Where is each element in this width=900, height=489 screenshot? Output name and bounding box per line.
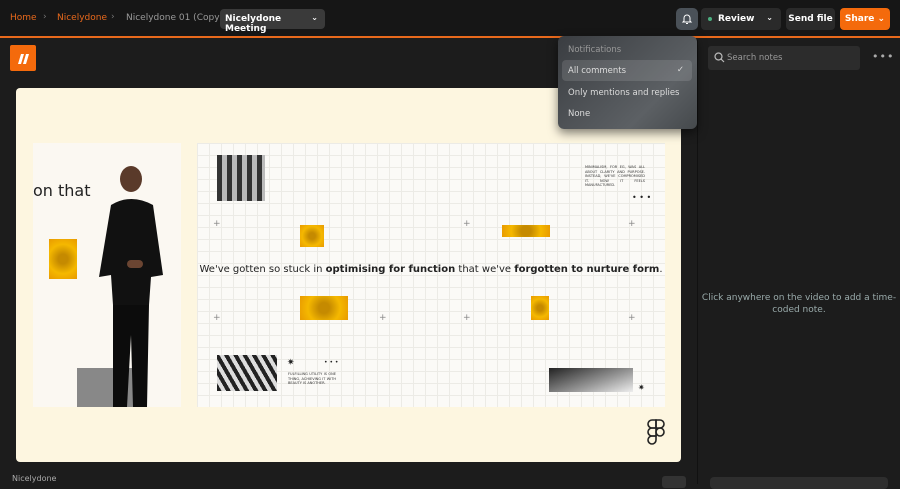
plus-mark: +	[213, 219, 221, 229]
building-image	[549, 368, 633, 392]
notifications-button[interactable]	[676, 8, 698, 30]
sunflower-image	[300, 225, 324, 247]
add-button[interactable]	[662, 476, 686, 488]
plus-mark: +	[463, 313, 471, 323]
file-selector[interactable]: Nicelydone Meeting ⌄	[220, 9, 325, 34]
speaker-figure	[99, 166, 163, 407]
slide-text-left: on that	[33, 181, 91, 200]
asterisk-icon: ✷	[287, 358, 295, 368]
chevron-right-icon: ›	[111, 12, 115, 22]
video-player[interactable]: on that MINIMALISM, FOR EG, WAS ALL ABOU…	[16, 88, 681, 462]
menu-item-none[interactable]: None	[562, 103, 692, 124]
presentation-slide: MINIMALISM, FOR EG, WAS ALL ABOUT CLARIT…	[197, 143, 665, 407]
quote-bold: optimising for function	[325, 264, 456, 275]
chevron-right-icon: ›	[43, 12, 47, 22]
note-composer[interactable]	[710, 477, 888, 489]
quote-bold: forgotten to nurture form	[514, 264, 660, 275]
plus-mark: +	[628, 219, 636, 229]
chevron-down-icon: ⌄	[311, 13, 318, 22]
speaker-panel: on that	[33, 143, 181, 407]
chevron-down-icon: ⌄	[766, 13, 773, 22]
app-logo[interactable]	[10, 45, 36, 71]
slide-text-bottom: FULFILLING UTILITY IS ONE THING, ACHIEVI…	[288, 372, 336, 385]
menu-item-mentions[interactable]: Only mentions and replies	[562, 82, 692, 103]
menu-item-label: All comments	[568, 66, 627, 76]
more-options-icon[interactable]: •••	[872, 50, 894, 63]
breadcrumb-home[interactable]: Home	[10, 13, 37, 23]
breadcrumb-project[interactable]: Nicelydone	[57, 13, 107, 23]
share-label: Share	[844, 14, 875, 24]
sunflower-image	[502, 225, 550, 237]
slide-text-top: MINIMALISM, FOR EG, WAS ALL ABOUT CLARIT…	[585, 165, 645, 187]
notifications-menu: Notifications All comments ✓ Only mention…	[558, 36, 697, 129]
arches-image	[217, 155, 265, 201]
check-icon: ✓	[676, 65, 684, 75]
dots: • • •	[632, 193, 652, 202]
empty-notes-hint: Click anywhere on the video to add a tim…	[701, 293, 897, 315]
sunflower-image	[49, 239, 77, 279]
slide-quote: We've gotten so stuck in optimising for …	[197, 263, 665, 277]
panel-divider	[697, 40, 698, 484]
asterisk-icon: ✷	[638, 383, 645, 392]
menu-item-all-comments[interactable]: All comments ✓	[562, 60, 692, 81]
plus-mark: +	[628, 313, 636, 323]
search-notes-input[interactable]: Search notes	[708, 46, 860, 70]
quote-text: .	[659, 264, 663, 275]
file-name: Nicelydone Meeting	[225, 14, 282, 34]
send-file-button[interactable]: Send file	[786, 8, 835, 30]
dots: • • •	[324, 359, 339, 366]
status-dot	[708, 17, 712, 21]
share-button[interactable]: Share ⌄	[840, 8, 890, 30]
review-label: Review	[718, 14, 755, 24]
bell-icon	[681, 14, 693, 24]
escalator-image	[217, 355, 277, 391]
plus-mark: +	[379, 313, 387, 323]
plus-mark: +	[463, 219, 471, 229]
search-placeholder: Search notes	[727, 53, 783, 63]
search-icon	[714, 52, 725, 63]
quote-text: We've gotten so stuck in	[199, 264, 326, 275]
sunflower-image	[531, 296, 549, 320]
figma-logo	[647, 419, 665, 445]
review-status-dropdown[interactable]: Review ⌄	[701, 8, 781, 30]
quote-text: that we've	[455, 264, 515, 275]
menu-title: Notifications	[568, 45, 622, 55]
owner-name: Nicelydone	[12, 474, 57, 483]
breadcrumb-folder[interactable]: Nicelydone 01 (Copy)	[126, 13, 223, 23]
top-bar: Home › Nicelydone › Nicelydone 01 (Copy)…	[0, 0, 900, 38]
sunflower-image	[300, 296, 348, 320]
plus-mark: +	[213, 313, 221, 323]
